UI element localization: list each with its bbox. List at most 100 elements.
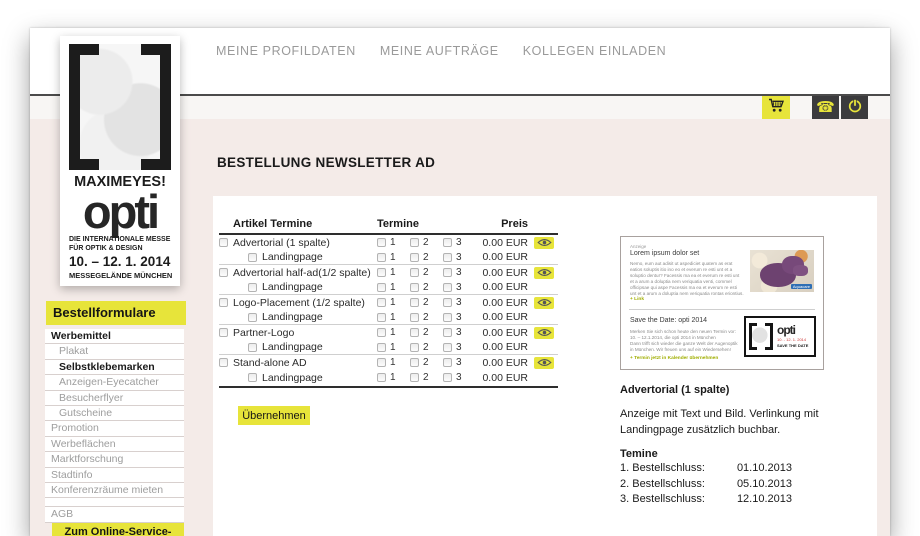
nav-kollegen-einladen[interactable]: KOLLEGEN EINLADEN [523,44,667,58]
article-label: Landingpage [262,372,323,384]
table-header: Artikel Termine Termine Preis [219,214,558,230]
article-checkbox[interactable] [219,328,228,337]
termin-1-checkbox[interactable] [377,343,386,352]
termin-1-checkbox[interactable] [377,268,386,277]
online-service-center-button[interactable]: Zum Online-Service-Center [52,523,184,536]
price-value: 0.00 EUR [476,327,528,339]
nav-meine-profildaten[interactable]: MEINE PROFILDATEN [216,44,356,58]
sidebar-item-werbeflaechen[interactable]: Werbeflächen [45,437,184,452]
cart-button[interactable] [762,96,790,119]
termin-2-checkbox[interactable] [410,298,419,307]
price-value: 0.00 EUR [476,267,528,279]
termin-1-checkbox[interactable] [377,253,386,262]
preview-eye-icon[interactable] [534,297,554,309]
termin-1-checkbox[interactable] [377,298,386,307]
termin-2-checkbox[interactable] [410,313,419,322]
article-checkbox[interactable] [248,373,257,382]
table-row: Advertorial (1 spalte) 1 2 3 0.00 EUR [219,235,558,250]
brand-location: MESSEGELÄNDE MÜNCHEN [69,271,172,280]
termin-3-checkbox[interactable] [443,313,452,322]
phone-button[interactable]: ☎ [812,96,839,119]
sidebar-item-konferenzraeume[interactable]: Konferenzräume mieten [45,483,184,498]
termin-3-checkbox[interactable] [443,253,452,262]
termin-1-checkbox[interactable] [377,283,386,292]
article-checkbox[interactable] [248,283,257,292]
deadline-row: 3. Bestellschluss: 12.10.2013 [620,493,792,509]
termin-1-checkbox[interactable] [377,313,386,322]
article-label: Advertorial (1 spalte) [233,237,330,249]
article-checkbox[interactable] [248,343,257,352]
preview-eye-icon[interactable] [534,237,554,249]
preview-eye-icon[interactable] [534,357,554,369]
article-checkbox[interactable] [219,238,228,247]
col-termine: Termine [377,218,476,230]
article-label: Partner-Logo [233,327,294,339]
newsletter-preview: Anzeige Lorem ipsum dolor set Nemo, eum … [620,236,824,370]
termin-3-checkbox[interactable] [443,298,452,307]
termin-3-checkbox[interactable] [443,238,452,247]
sidebar-item-plakat[interactable]: Plakat [45,344,184,359]
price-value: 0.00 EUR [476,372,528,384]
termin-3-checkbox[interactable] [443,268,452,277]
termin-3-checkbox[interactable] [443,343,452,352]
article-checkbox[interactable] [219,358,228,367]
termin-3-checkbox[interactable] [443,373,452,382]
sidebar-item-promotion[interactable]: Promotion [45,421,184,436]
table-row: Landingpage 1 2 3 0.00 EUR [219,310,558,325]
nav-meine-auftraege[interactable]: MEINE AUFTRÄGE [380,44,499,58]
article-checkbox[interactable] [219,268,228,277]
mini-date: 10. - 12. 1. 2014 [777,337,808,342]
sidebar-item-stadtinfo[interactable]: Stadtinfo [45,468,184,483]
cart-icon [768,98,785,118]
termin-3-checkbox[interactable] [443,358,452,367]
sidebar-item-anzeigen-eyecatcher[interactable]: Anzeigen-Eyecatcher [45,375,184,390]
termin-2-checkbox[interactable] [410,238,419,247]
sidebar-item-selbstklebemarken[interactable]: Selbstklebemarken [45,360,184,375]
termin-1-checkbox[interactable] [377,373,386,382]
logout-button[interactable] [841,96,868,119]
preview-eye-icon[interactable] [534,267,554,279]
preview-image-caption: Aquacare [791,284,812,289]
termin-2-checkbox[interactable] [410,328,419,337]
article-checkbox[interactable] [248,253,257,262]
article-label: Stand-alone AD [233,357,307,369]
brand-dates: 10. – 12. 1. 2014 [69,254,170,269]
article-checkbox[interactable] [219,298,228,307]
preview-eye-icon[interactable] [534,327,554,339]
deadline-row: 2. Bestellschluss: 05.10.2013 [620,478,792,494]
termin-1-checkbox[interactable] [377,328,386,337]
termin-2-checkbox[interactable] [410,253,419,262]
termin-2-checkbox[interactable] [410,268,419,277]
termin-2-checkbox[interactable] [410,373,419,382]
termin-2-checkbox[interactable] [410,283,419,292]
sidebar-title: Bestellformulare [46,301,186,325]
table-row: Stand-alone AD 1 2 3 0.00 EUR [219,355,558,370]
termin-3-checkbox[interactable] [443,328,452,337]
termin-2-checkbox[interactable] [410,343,419,352]
sidebar-item-gutscheine[interactable]: Gutscheine [45,406,184,421]
price-value: 0.00 EUR [476,297,528,309]
brand-logo-box: MAXIMEYES! opti DIE INTERNATIONALE MESSE… [60,36,180,286]
article-checkbox[interactable] [248,313,257,322]
article-label: Landingpage [262,311,323,323]
save-the-date-logo: opti 10. - 12. 1. 2014 SAVE THE DATE [744,316,816,357]
table-row: Landingpage 1 2 3 0.00 EUR [219,280,558,295]
sidebar-item-werbemittel[interactable]: Werbemittel [45,329,184,344]
termin-3-checkbox[interactable] [443,283,452,292]
brand-subtitle-2: FÜR OPTIK & DESIGN [69,245,143,252]
article-label: Logo-Placement (1/2 spalte) [233,297,365,309]
termin-1-checkbox[interactable] [377,238,386,247]
opti-bracket-logo-icon [749,323,773,350]
price-value: 0.00 EUR [476,311,528,323]
sidebar-item-besucherflyer[interactable]: Besucherflyer [45,391,184,406]
sidebar-item-marktforschung[interactable]: Marktforschung [45,452,184,467]
sidebar-item-agb[interactable]: AGB [45,507,184,522]
phone-icon: ☎ [816,96,835,119]
preview-ad-tag: Anzeige [630,244,646,249]
page-title: BESTELLUNG NEWSLETTER AD [217,155,435,170]
uebernehmen-button[interactable]: Übernehmen [238,406,310,425]
price-value: 0.00 EUR [476,281,528,293]
termin-2-checkbox[interactable] [410,358,419,367]
article-label: Landingpage [262,251,323,263]
termin-1-checkbox[interactable] [377,358,386,367]
